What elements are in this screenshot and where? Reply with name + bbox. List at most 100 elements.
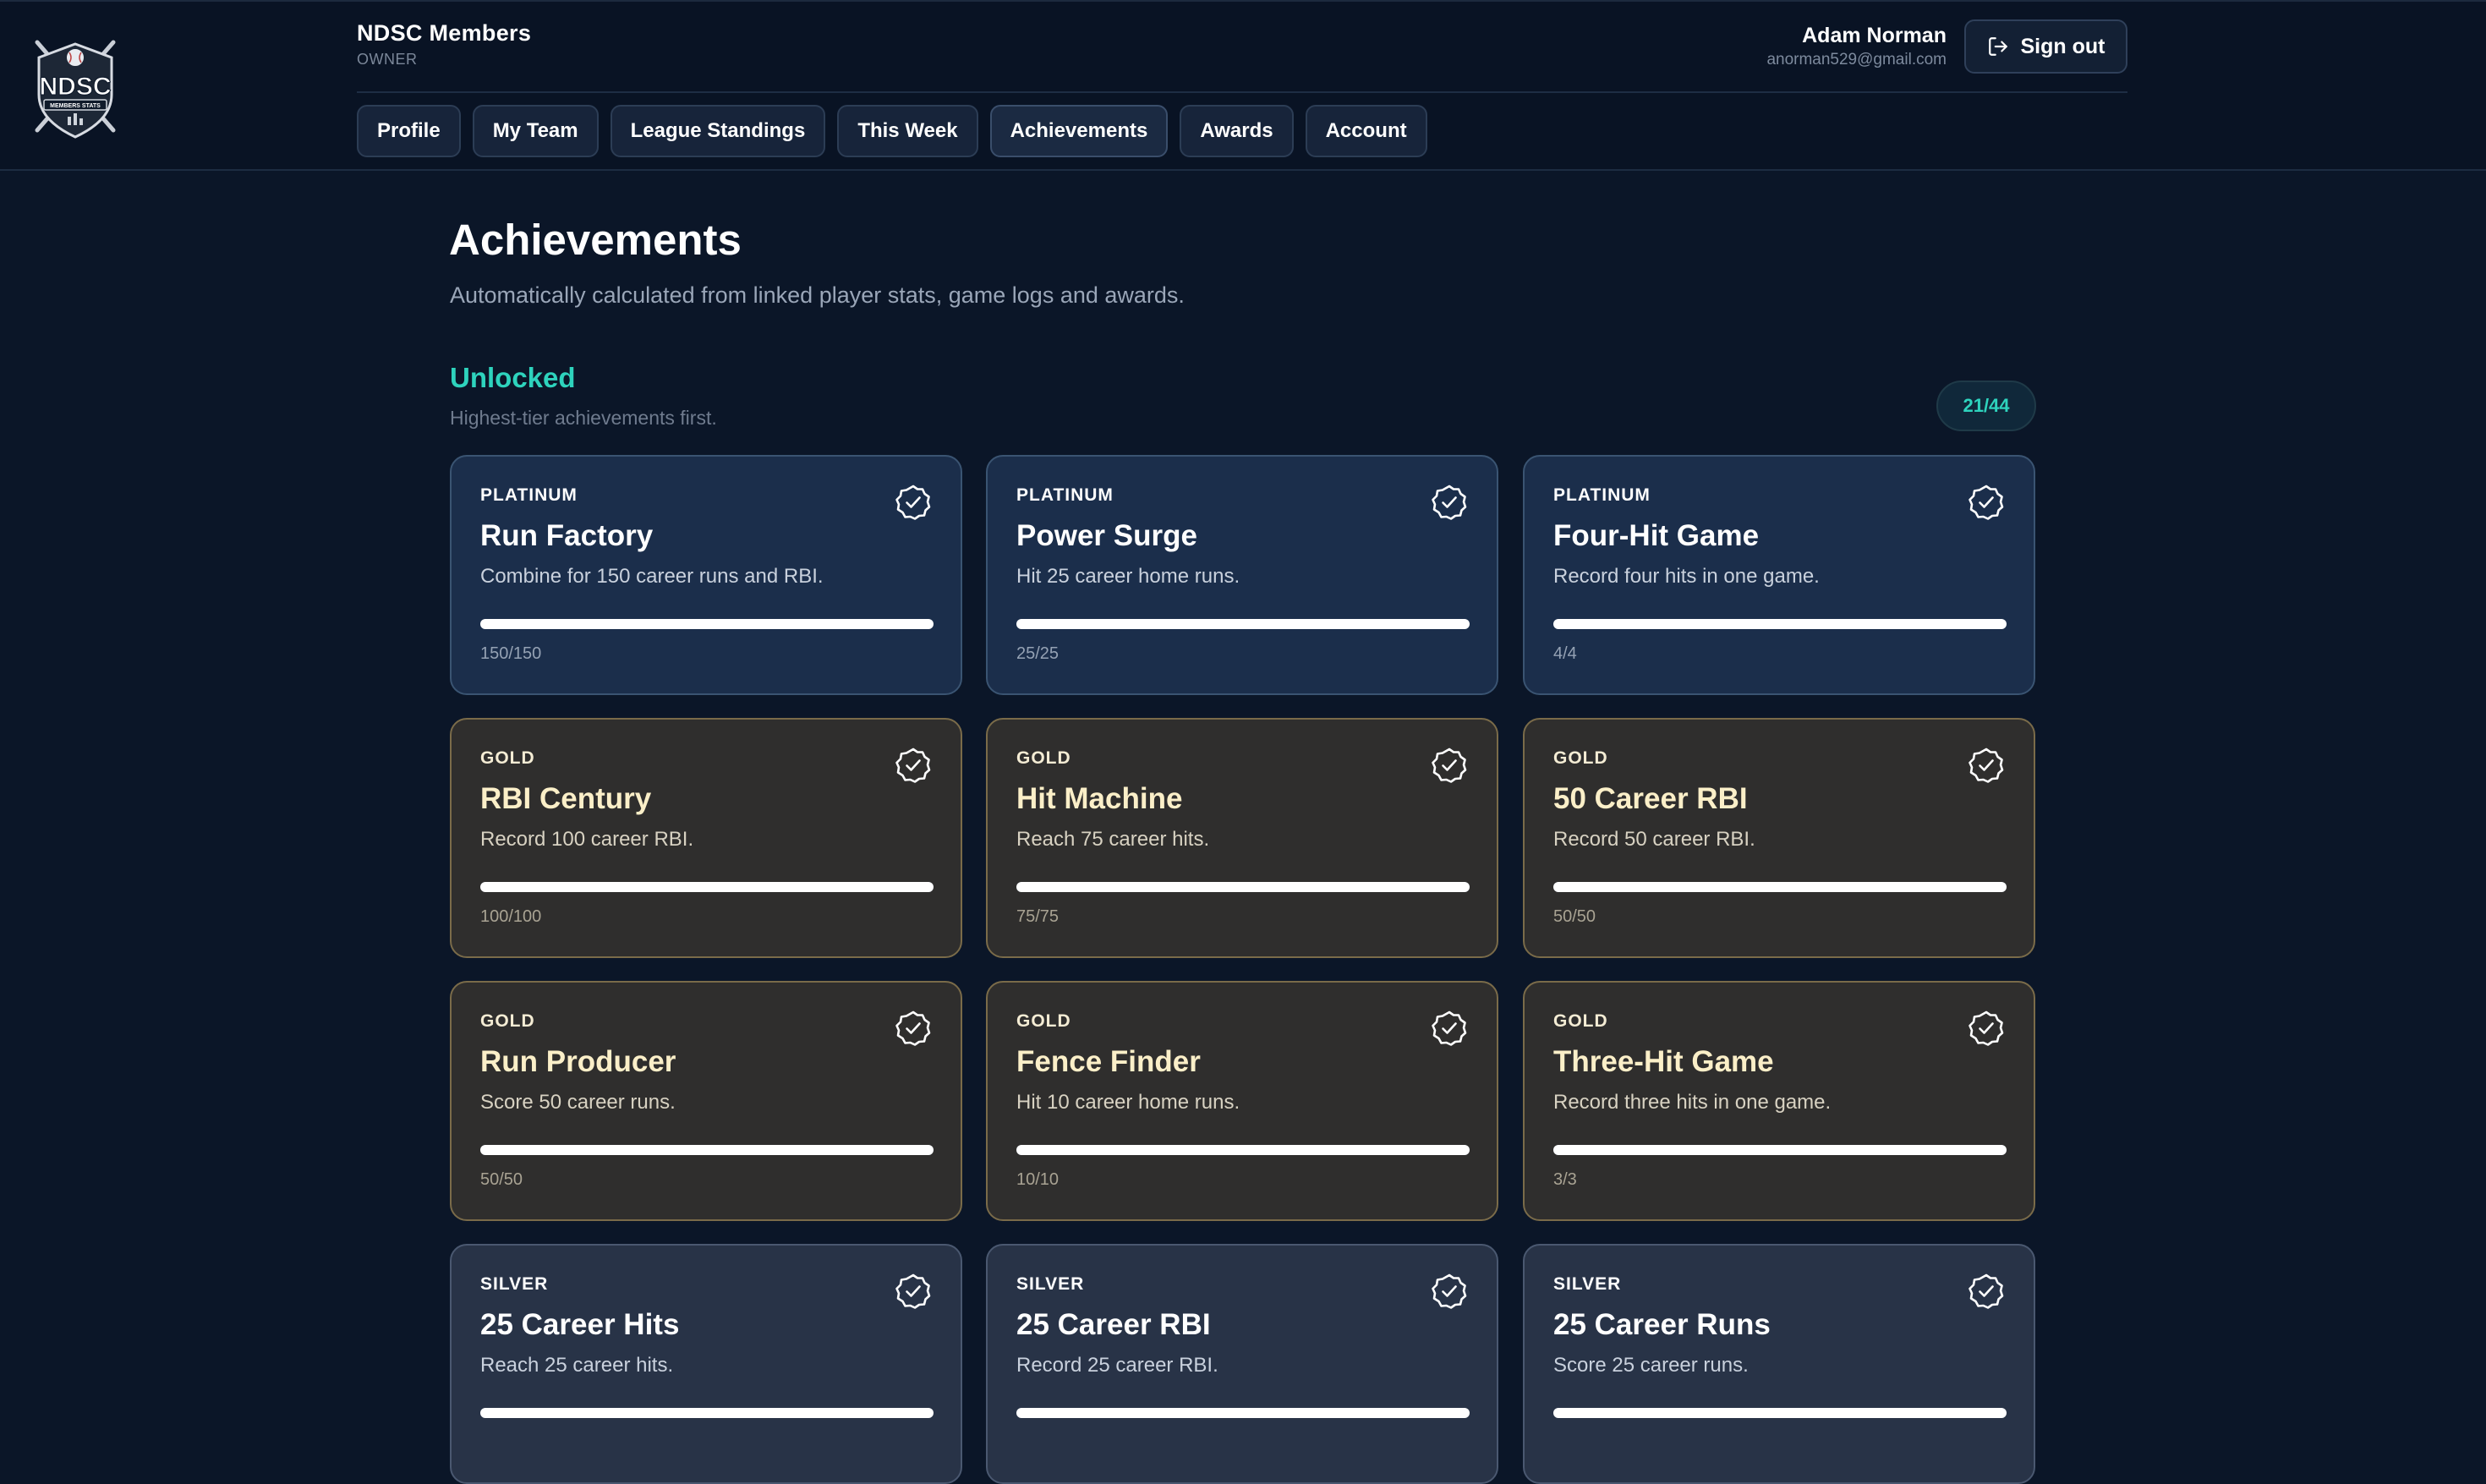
achievement-card[interactable]: PLATINUM Run Factory Combine for 150 caree… xyxy=(450,455,962,695)
progress-bar-fill xyxy=(1016,1145,1470,1155)
nav-achievements[interactable]: Achievements xyxy=(989,105,1169,157)
achievement-card[interactable]: GOLD Three-Hit Game Record three hits in o… xyxy=(1523,981,2035,1221)
achievement-tier: SILVER xyxy=(1016,1274,1085,1294)
achievement-card[interactable]: GOLD RBI Century Record 100 career RBI. 100… xyxy=(450,718,962,958)
nav-awards[interactable]: Awards xyxy=(1180,105,1294,157)
progress-bar xyxy=(1016,882,1470,892)
achievement-description: Reach 25 career hits. xyxy=(480,1354,674,1377)
achievement-tier: PLATINUM xyxy=(480,485,578,505)
check-badge-icon xyxy=(1431,1010,1468,1047)
progress-bar xyxy=(1016,619,1470,629)
nav-my-team[interactable]: My Team xyxy=(472,105,599,157)
achievement-tier: SILVER xyxy=(480,1274,549,1294)
progress-bar-fill xyxy=(1553,882,2007,892)
achievement-description: Combine for 150 career runs and RBI. xyxy=(480,565,824,588)
achievement-description: Hit 10 career home runs. xyxy=(1016,1091,1240,1114)
svg-text:MEMBERS STATS: MEMBERS STATS xyxy=(50,103,101,109)
progress-bar xyxy=(1016,1145,1470,1155)
progress-text: 3/3 xyxy=(1553,1170,1577,1189)
achievement-card[interactable]: SILVER 25 Career Runs Score 25 career runs… xyxy=(1523,1244,2035,1484)
progress-text: 50/50 xyxy=(1553,907,1596,926)
achievement-description: Record three hits in one game. xyxy=(1553,1091,1832,1114)
achievement-name: RBI Century xyxy=(480,782,652,815)
progress-bar-fill xyxy=(480,1145,934,1155)
unlocked-count-badge: 21/44 xyxy=(1936,381,2036,431)
progress-bar xyxy=(480,619,934,629)
progress-bar xyxy=(1553,1145,2007,1155)
progress-bar xyxy=(480,1145,934,1155)
ndsc-logo[interactable]: NDSC MEMBERS STATS xyxy=(25,36,125,142)
check-badge-icon xyxy=(1431,747,1468,784)
check-badge-icon xyxy=(1968,747,2005,784)
check-badge-icon xyxy=(895,1010,932,1047)
achievement-name: Run Factory xyxy=(480,519,654,552)
check-badge-icon xyxy=(1431,1273,1468,1310)
progress-text: 100/100 xyxy=(480,907,542,926)
progress-bar-fill xyxy=(1016,1408,1470,1418)
achievement-tier: SILVER xyxy=(1553,1274,1622,1294)
page-title: Achievements xyxy=(449,216,742,264)
achievement-name: Hit Machine xyxy=(1016,782,1183,815)
achievement-tier: PLATINUM xyxy=(1016,485,1114,505)
top-header: NDSC MEMBERS STATS NDSC Members OWNER Ad… xyxy=(0,0,2486,171)
check-badge-icon xyxy=(1968,484,2005,521)
achievement-card[interactable]: PLATINUM Four-Hit Game Record four hits in… xyxy=(1523,455,2035,695)
achievement-description: Record 25 career RBI. xyxy=(1016,1354,1218,1377)
progress-bar xyxy=(1553,619,2007,629)
svg-text:NDSC: NDSC xyxy=(39,73,111,101)
achievement-name: Three-Hit Game xyxy=(1553,1045,1774,1078)
progress-bar xyxy=(1553,882,2007,892)
achievement-tier: PLATINUM xyxy=(1553,485,1651,505)
progress-text: 4/4 xyxy=(1553,644,1577,663)
achievement-name: Power Surge xyxy=(1016,519,1197,552)
section-title-unlocked: Unlocked xyxy=(450,362,576,393)
check-badge-icon xyxy=(895,484,932,521)
achievement-description: Score 25 career runs. xyxy=(1553,1354,1749,1377)
nav-account[interactable]: Account xyxy=(1305,105,1427,157)
achievement-name: 50 Career RBI xyxy=(1553,782,1748,815)
progress-bar xyxy=(1553,1408,2007,1418)
org-name: NDSC Members xyxy=(357,20,532,46)
achievement-tier: GOLD xyxy=(1016,748,1071,768)
check-badge-icon xyxy=(1968,1273,2005,1310)
achievement-description: Score 50 career runs. xyxy=(480,1091,676,1114)
section-subtitle: Highest-tier achievements first. xyxy=(450,407,717,429)
progress-bar xyxy=(1016,1408,1470,1418)
achievement-description: Record four hits in one game. xyxy=(1553,565,1820,588)
sign-out-button[interactable]: Sign out xyxy=(1964,19,2127,74)
user-name: Adam Norman xyxy=(1802,24,1947,47)
achievement-card[interactable]: GOLD Run Producer Score 50 career runs. 50/… xyxy=(450,981,962,1221)
check-badge-icon xyxy=(1968,1010,2005,1047)
page-subtitle: Automatically calculated from linked pla… xyxy=(450,282,1185,308)
header-divider xyxy=(357,91,2127,93)
achievement-card[interactable]: GOLD 50 Career RBI Record 50 career RBI. 50… xyxy=(1523,718,2035,958)
achievement-description: Hit 25 career home runs. xyxy=(1016,565,1240,588)
achievement-name: Fence Finder xyxy=(1016,1045,1201,1078)
progress-text: 150/150 xyxy=(480,644,542,663)
progress-bar-fill xyxy=(1553,619,2007,629)
check-badge-icon xyxy=(895,1273,932,1310)
nav-league-standings[interactable]: League Standings xyxy=(610,105,826,157)
progress-bar-fill xyxy=(1016,619,1470,629)
achievement-name: 25 Career Runs xyxy=(1553,1308,1771,1341)
user-email: anorman529@gmail.com xyxy=(1766,51,1947,68)
achievement-card[interactable]: SILVER 25 Career Hits Reach 25 career hits… xyxy=(450,1244,962,1484)
nav-this-week[interactable]: This Week xyxy=(837,105,978,157)
achievement-card[interactable]: GOLD Hit Machine Reach 75 career hits. 75/7… xyxy=(986,718,1498,958)
progress-text: 75/75 xyxy=(1016,907,1060,926)
progress-text: 10/10 xyxy=(1016,1170,1060,1189)
achievement-description: Record 100 career RBI. xyxy=(480,828,694,851)
nav-profile[interactable]: Profile xyxy=(357,105,461,157)
achievement-name: Four-Hit Game xyxy=(1553,519,1760,552)
progress-bar-fill xyxy=(1553,1145,2007,1155)
achievement-tier: GOLD xyxy=(1553,1011,1608,1031)
progress-bar-fill xyxy=(480,1408,934,1418)
progress-text: 25/25 xyxy=(1016,644,1060,663)
achievement-card[interactable]: GOLD Fence Finder Hit 10 career home runs.… xyxy=(986,981,1498,1221)
achievement-name: Run Producer xyxy=(480,1045,676,1078)
achievement-card[interactable]: SILVER 25 Career RBI Record 25 career RBI. xyxy=(986,1244,1498,1484)
achievement-tier: GOLD xyxy=(480,1011,535,1031)
achievement-description: Record 50 career RBI. xyxy=(1553,828,1755,851)
achievement-card[interactable]: PLATINUM Power Surge Hit 25 career home ru… xyxy=(986,455,1498,695)
main-nav: Profile My Team League Standings This We… xyxy=(357,105,1427,157)
